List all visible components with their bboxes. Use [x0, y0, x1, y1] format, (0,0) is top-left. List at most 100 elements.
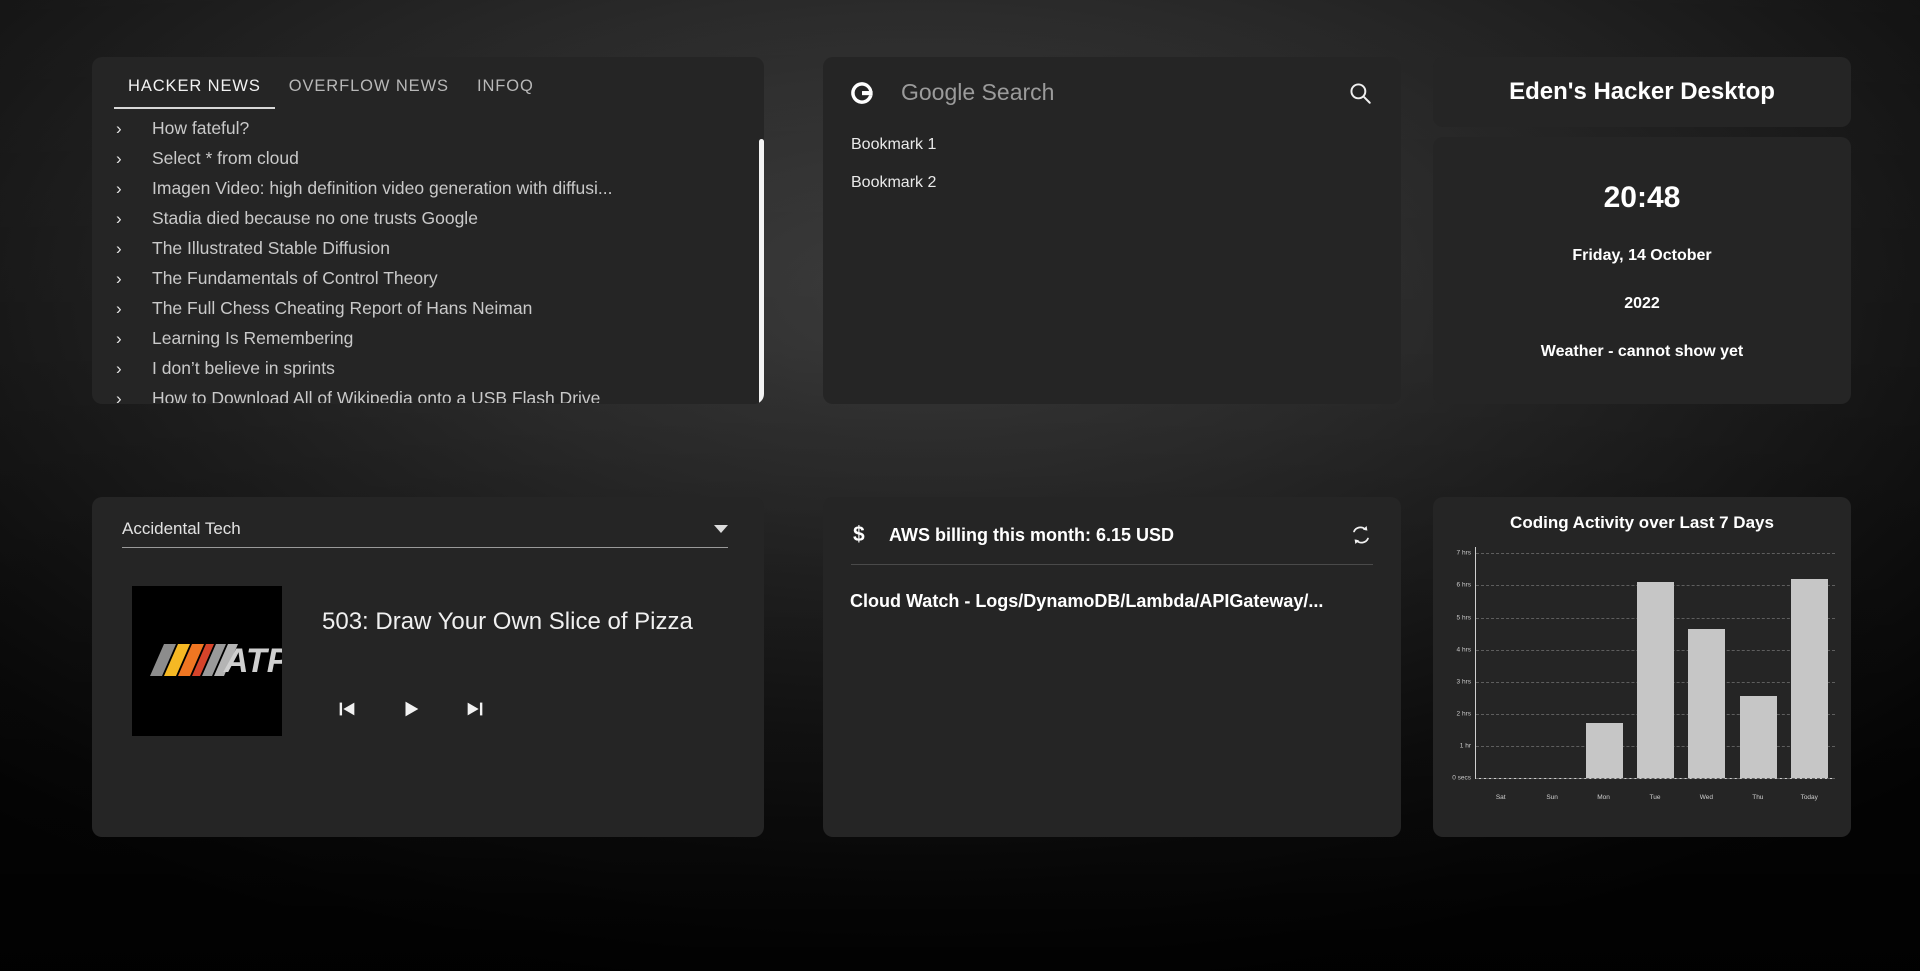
chart-y-tick-label: 2 hrs: [1456, 710, 1471, 718]
list-item[interactable]: › Imagen Video: high definition video ge…: [116, 173, 742, 203]
chart-bar: [1739, 696, 1777, 778]
chevron-right-icon: ›: [116, 238, 122, 258]
aws-billing-widget: $ AWS billing this month: 6.15 USD Cloud…: [823, 497, 1401, 837]
chart-bar-column: [1476, 547, 1527, 778]
search-bar[interactable]: Google Search: [823, 57, 1401, 126]
chart-y-tick-label: 4 hrs: [1456, 646, 1471, 654]
play-button[interactable]: [400, 698, 422, 720]
news-item-title: The Illustrated Stable Diffusion: [152, 237, 391, 258]
desktop-root: HACKER NEWS OVERFLOW NEWS INFOQ › How fa…: [0, 0, 1920, 971]
chart-y-tick-label: 6 hrs: [1456, 581, 1471, 589]
chart-y-tick-label: 7 hrs: [1456, 549, 1471, 557]
chart-x-tick-label: Mon: [1597, 794, 1610, 801]
news-item-title: Select * from cloud: [152, 147, 299, 168]
clock-year: 2022: [1624, 295, 1660, 312]
news-item-title: I don’t believe in sprints: [152, 357, 335, 378]
podcast-controls: [322, 698, 693, 720]
clock-date: Friday, 14 October: [1572, 247, 1712, 264]
coding-activity-chart-widget: Coding Activity over Last 7 Days 0 secs 1…: [1433, 497, 1851, 837]
list-item[interactable]: › How fateful?: [116, 113, 742, 143]
aws-billing-title: AWS billing this month: 6.15 USD: [889, 524, 1175, 545]
chart-bars: [1476, 547, 1835, 778]
chart-y-tick-label: 0 secs: [1452, 774, 1471, 782]
tab-infoq[interactable]: INFOQ: [463, 71, 548, 109]
list-item[interactable]: › How to Download All of Wikipedia onto …: [116, 383, 742, 404]
bookmark-item[interactable]: Bookmark 2: [823, 164, 1401, 202]
podcast-show-label: Accidental Tech: [122, 519, 241, 538]
chart-x-tick-label: Wed: [1699, 794, 1714, 801]
search-widget: Google Search Bookmark 1 Bookmark 2: [823, 57, 1401, 404]
list-item[interactable]: › The Fundamentals of Control Theory: [116, 263, 742, 293]
chart-bar: [1688, 628, 1726, 778]
chart-y-tick-label: 1 hr: [1459, 742, 1471, 750]
chart-bar-column: [1527, 547, 1578, 778]
google-g-icon: [849, 80, 875, 106]
chart-bar-column: [1784, 547, 1835, 778]
tab-overflow-news[interactable]: OVERFLOW NEWS: [275, 71, 463, 109]
chart-bar: [1790, 579, 1828, 778]
list-item[interactable]: › The Full Chess Cheating Report of Hans…: [116, 293, 742, 323]
chart-gridline: [1476, 778, 1835, 779]
list-item[interactable]: › Stadia died because no one trusts Goog…: [116, 203, 742, 233]
chart-bar-column: [1630, 547, 1681, 778]
news-list: › How fateful? › Select * from cloud › I…: [92, 113, 764, 403]
previous-track-button[interactable]: [336, 698, 358, 720]
podcast-cover-art: ATP: [132, 586, 282, 736]
news-item-title: The Fundamentals of Control Theory: [152, 267, 438, 288]
chart-area: 0 secs 1 hr 2 hrs 3 hrs 4 hrs 5 hrs 6 hrs 7 hrs…: [1439, 547, 1841, 809]
chevron-right-icon: ›: [116, 148, 122, 168]
chart-x-tick-label: Thu: [1752, 794, 1764, 801]
chart-x-tick-label: Today: [1800, 794, 1818, 801]
chart-plot: 0 secs 1 hr 2 hrs 3 hrs 4 hrs 5 hrs 6 hrs 7 hrs: [1452, 547, 1835, 782]
chart-bar-column: [1681, 547, 1732, 778]
news-tabs: HACKER NEWS OVERFLOW NEWS INFOQ: [92, 57, 764, 109]
desktop-title-widget: Eden's Hacker Desktop: [1433, 57, 1851, 127]
list-item[interactable]: › The Illustrated Stable Diffusion: [116, 233, 742, 263]
chevron-right-icon: ›: [116, 118, 122, 138]
next-track-button[interactable]: [464, 698, 486, 720]
chart-x-tick-label: Tue: [1649, 794, 1661, 801]
podcast-info: 503: Draw Your Own Slice of Pizza: [322, 586, 693, 736]
clock-time: 20:48: [1603, 181, 1681, 214]
chevron-right-icon: ›: [116, 328, 122, 348]
chevron-right-icon: ›: [116, 268, 122, 288]
news-item-title: Learning Is Remembering: [152, 327, 354, 348]
search-icon[interactable]: [1347, 80, 1373, 106]
list-item[interactable]: › Learning Is Remembering: [116, 323, 742, 353]
chart-bar-column: [1579, 547, 1630, 778]
tab-hacker-news[interactable]: HACKER NEWS: [114, 71, 275, 109]
bookmark-item[interactable]: Bookmark 1: [823, 126, 1401, 164]
chevron-right-icon: ›: [116, 208, 122, 228]
list-item[interactable]: › I don’t believe in sprints: [116, 353, 742, 383]
chevron-right-icon: ›: [116, 388, 122, 404]
chart-x-axis: Sat Sun Mon Tue Wed Thu Today: [1475, 794, 1835, 801]
podcast-body: ATP 503: Draw Your Own Slice of Pizza: [92, 548, 764, 736]
chevron-right-icon: ›: [116, 358, 122, 378]
chart-bar-column: [1732, 547, 1783, 778]
aws-service-breakdown: Cloud Watch - Logs/DynamoDB/Lambda/APIGa…: [850, 591, 1324, 611]
chart-x-tick-label: Sat: [1495, 794, 1506, 801]
list-item[interactable]: › Select * from cloud: [116, 143, 742, 173]
page-title: Eden's Hacker Desktop: [1509, 78, 1775, 105]
clock-widget: 20:48 Friday, 14 October 2022 Weather - …: [1433, 137, 1851, 404]
dollar-icon: $: [853, 523, 865, 546]
chart-y-tick-label: 5 hrs: [1456, 614, 1471, 622]
chevron-right-icon: ›: [116, 298, 122, 318]
refresh-icon[interactable]: [1349, 523, 1373, 547]
svg-text:ATP: ATP: [223, 642, 282, 680]
weather-status: Weather - cannot show yet: [1540, 343, 1744, 360]
news-item-title: The Full Chess Cheating Report of Hans N…: [152, 297, 533, 318]
chart-bar: [1637, 582, 1674, 778]
search-input[interactable]: Google Search: [901, 79, 1321, 106]
aws-header: $ AWS billing this month: 6.15 USD: [823, 497, 1401, 547]
chart-title: Coding Activity over Last 7 Days: [1510, 513, 1774, 532]
podcast-show-select[interactable]: Accidental Tech: [122, 519, 728, 548]
chart-y-tick-label: 3 hrs: [1456, 678, 1471, 686]
chevron-right-icon: ›: [116, 178, 122, 198]
news-item-title: Imagen Video: high definition video gene…: [152, 177, 613, 198]
news-widget: HACKER NEWS OVERFLOW NEWS INFOQ › How fa…: [92, 57, 764, 404]
news-scrollbar[interactable]: [759, 139, 764, 403]
news-item-title: How fateful?: [152, 117, 250, 138]
news-item-title: Stadia died because no one trusts Google: [152, 207, 478, 228]
podcast-widget: Accidental Tech ATP: [92, 497, 764, 837]
